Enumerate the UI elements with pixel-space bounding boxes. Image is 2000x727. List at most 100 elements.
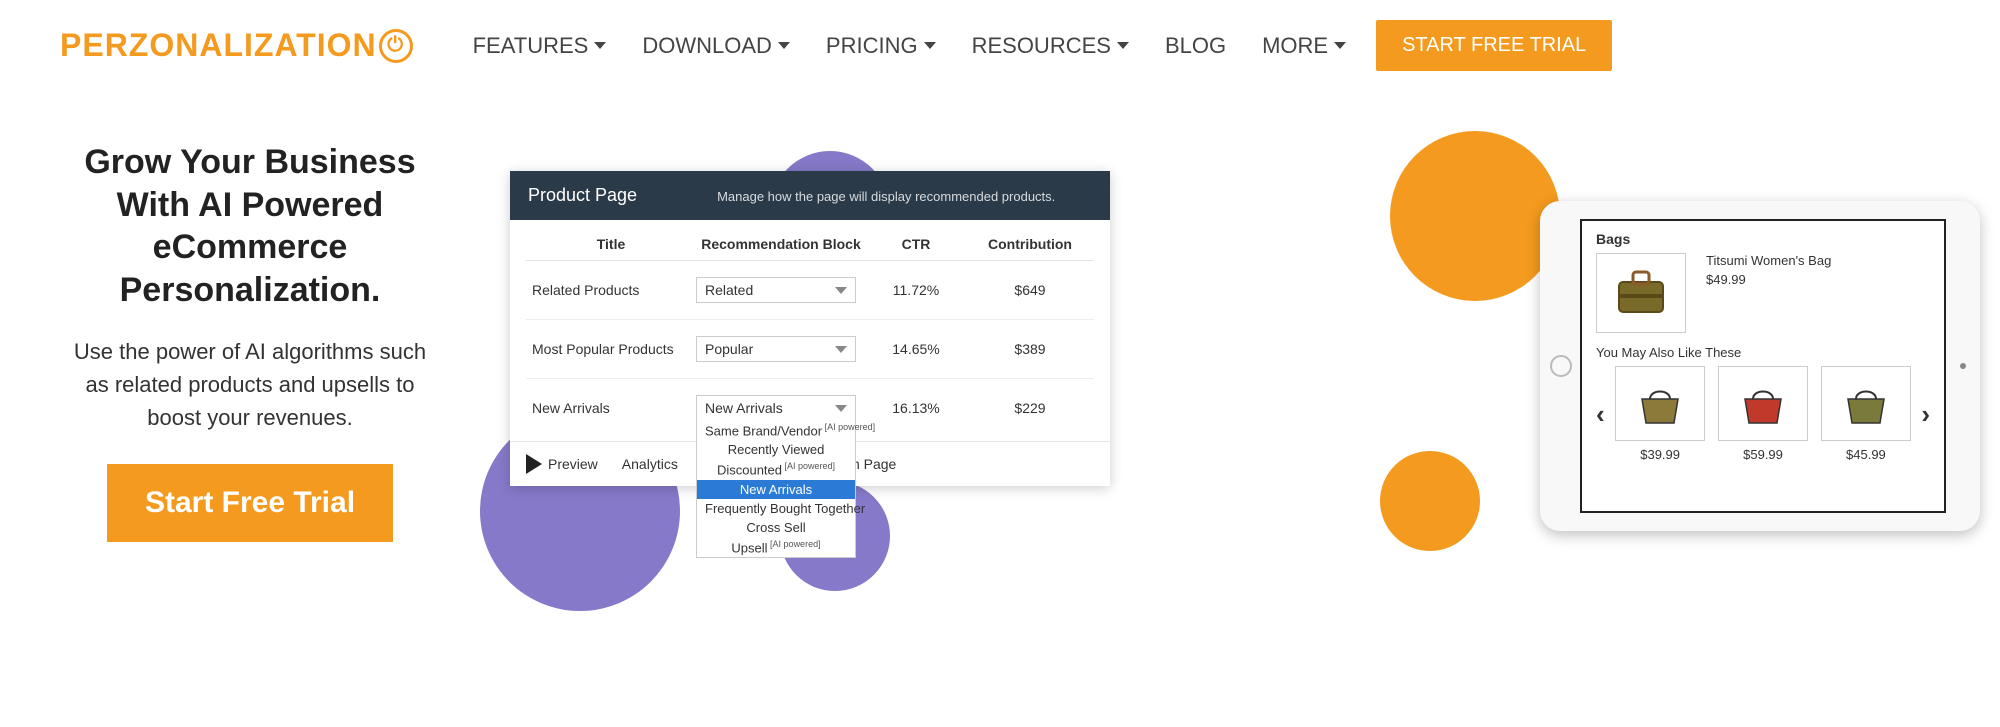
dropdown-option[interactable]: Cross Sell [697,518,855,537]
row-block-cell: Related [696,277,866,303]
select-value: New Arrivals [705,400,783,416]
panel-subtitle: Manage how the page will display recomme… [717,189,1055,204]
recommendations-row: ‹ $39.99 $59.99 $45.99 › [1596,366,1930,462]
tablet-mockup: Bags Titsumi Women's Bag $49.99 You May … [1540,201,1980,531]
ai-powered-tag: [AI powered] [768,539,821,549]
row-title: Most Popular Products [526,341,696,357]
product-info: Titsumi Women's Bag $49.99 [1706,253,1831,287]
ai-powered-tag: [AI powered] [782,461,835,471]
hero-left: Grow Your Business With AI Powered eComm… [60,141,440,581]
recommendation-dropdown: Same Brand/Vendor [AI powered]Recently V… [696,420,856,558]
brand-text: PERZONALIZATION [60,27,377,64]
row-title: New Arrivals [526,400,696,416]
decorative-circle [1380,451,1480,551]
product-price: $49.99 [1706,272,1831,287]
tablet-screen: Bags Titsumi Women's Bag $49.99 You May … [1580,219,1946,513]
panel-title: Product Page [528,185,637,206]
dropdown-option[interactable]: Same Brand/Vendor [AI powered] [697,420,855,440]
table-row: New ArrivalsNew ArrivalsSame Brand/Vendo… [526,379,1094,437]
recommendation-select[interactable]: New ArrivalsSame Brand/Vendor [AI powere… [696,395,856,421]
recommended-product[interactable]: $59.99 [1716,366,1811,462]
row-title: Related Products [526,282,696,298]
panel-body: Title Recommendation Block CTR Contribut… [510,220,1110,441]
nav-item-pricing[interactable]: PRICING [826,33,936,59]
nav-item-download[interactable]: DOWNLOAD [642,33,790,59]
row-ctr: 11.72% [866,282,966,298]
recommendation-select[interactable]: Related [696,277,856,303]
hero-section: Grow Your Business With AI Powered eComm… [0,81,2000,581]
carousel-prev-icon[interactable]: ‹ [1596,399,1605,430]
preview-button[interactable]: Preview [526,454,598,474]
decorative-circle [1390,131,1560,301]
carousel-next-icon[interactable]: › [1921,399,1930,430]
hero-cta-button[interactable]: Start Free Trial [107,464,393,542]
select-value: Popular [705,341,753,357]
row-contribution: $649 [966,282,1094,298]
site-header: PERZONALIZATION ⏻ FEATURES DOWNLOAD PRICIN… [0,0,2000,81]
col-header-block: Recommendation Block [696,236,866,252]
rec-price: $39.99 [1613,447,1708,462]
bag-icon [1718,366,1808,441]
col-header-ctr: CTR [866,236,966,252]
start-trial-button[interactable]: START FREE TRIAL [1376,20,1612,71]
nav-label: FEATURES [473,33,589,59]
chevron-down-icon [835,405,847,412]
recommendations-title: You May Also Like These [1596,345,1930,360]
row-block-cell: New ArrivalsSame Brand/Vendor [AI powere… [696,395,866,421]
hero-title: Grow Your Business With AI Powered eComm… [60,141,440,311]
hero-right: Product Page Manage how the page will di… [500,141,1940,581]
row-contribution: $389 [966,341,1094,357]
table-row: Related Products Related 11.72%$649 [526,261,1094,320]
nav-item-blog[interactable]: BLOG [1165,33,1226,59]
recommendation-select[interactable]: Popular [696,336,856,362]
nav-label: PRICING [826,33,918,59]
ai-powered-tag: [AI powered] [822,422,875,432]
row-contribution: $229 [966,400,1094,416]
table-row: Most Popular Products Popular 14.65%$389 [526,320,1094,379]
camera-icon [1960,363,1966,369]
row-ctr: 14.65% [866,341,966,357]
panel-column-headers: Title Recommendation Block CTR Contribut… [526,228,1094,261]
nav-label: RESOURCES [972,33,1111,59]
chevron-down-icon [778,42,790,49]
main-nav: FEATURES DOWNLOAD PRICING RESOURCES BLOG MORE [473,33,1346,59]
bag-icon [1821,366,1911,441]
main-product: Titsumi Women's Bag $49.99 [1596,253,1930,333]
hero-subtitle: Use the power of AI algorithms such as r… [60,335,440,434]
dropdown-option[interactable]: New Arrivals [697,480,855,499]
recommended-product[interactable]: $45.99 [1818,366,1913,462]
product-name: Titsumi Women's Bag [1706,253,1831,268]
col-header-title: Title [526,236,696,252]
chevron-down-icon [835,346,847,353]
bag-icon [1615,366,1705,441]
home-button-icon [1550,355,1572,377]
play-icon [526,454,542,474]
chevron-down-icon [594,42,606,49]
product-image [1596,253,1686,333]
select-value: Related [705,282,753,298]
analytics-link[interactable]: Analytics [622,456,678,472]
chevron-down-icon [1334,42,1346,49]
category-title: Bags [1596,231,1930,247]
row-ctr: 16.13% [866,400,966,416]
chevron-down-icon [924,42,936,49]
power-icon: ⏻ [379,29,413,63]
brand-logo[interactable]: PERZONALIZATION ⏻ [60,27,413,64]
nav-item-features[interactable]: FEATURES [473,33,607,59]
rec-price: $59.99 [1716,447,1811,462]
dropdown-option[interactable]: Discounted [AI powered] [697,459,855,479]
dropdown-option[interactable]: Frequently Bought Together [697,499,855,518]
nav-label: MORE [1262,33,1328,59]
col-header-contribution: Contribution [966,236,1094,252]
dropdown-option[interactable]: Recently Viewed [697,440,855,459]
recommended-product[interactable]: $39.99 [1613,366,1708,462]
nav-item-more[interactable]: MORE [1262,33,1346,59]
row-block-cell: Popular [696,336,866,362]
nav-label: BLOG [1165,33,1226,59]
rec-price: $45.99 [1818,447,1913,462]
panel-header: Product Page Manage how the page will di… [510,171,1110,220]
nav-item-resources[interactable]: RESOURCES [972,33,1129,59]
chevron-down-icon [835,287,847,294]
chevron-down-icon [1117,42,1129,49]
dropdown-option[interactable]: Upsell [AI powered] [697,537,855,557]
